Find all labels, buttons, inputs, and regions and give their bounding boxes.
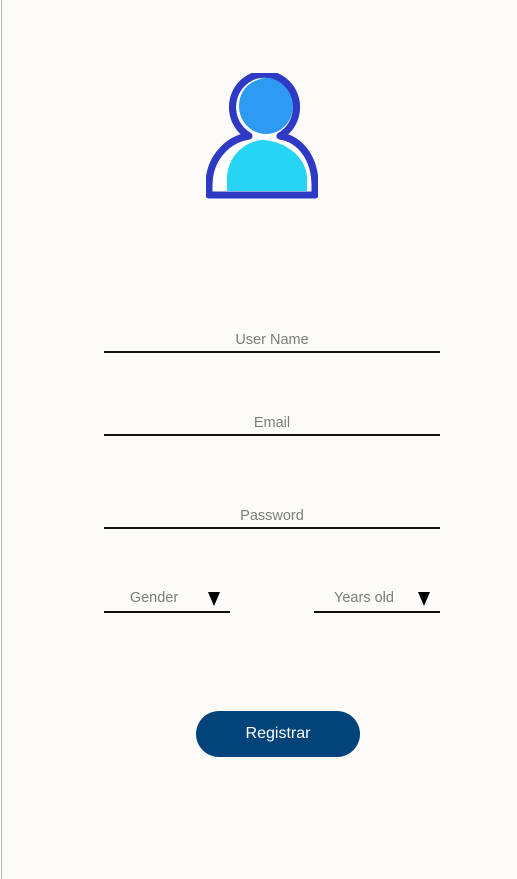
registration-screen: Gender Years old Registrar: [1, 0, 517, 879]
email-input[interactable]: [104, 412, 440, 434]
age-select[interactable]: Years old: [314, 589, 440, 613]
gender-select-label: Gender: [129, 590, 179, 606]
username-input[interactable]: [104, 329, 440, 351]
gender-select[interactable]: Gender: [104, 589, 230, 613]
username-field: [104, 329, 440, 353]
dropdown-arrow-icon: [208, 592, 220, 606]
email-field: [104, 412, 440, 436]
age-select-label: Years old: [334, 590, 394, 606]
password-field: [104, 505, 440, 529]
user-profile-icon: [206, 73, 318, 199]
register-button[interactable]: Registrar: [196, 711, 360, 757]
dropdown-arrow-icon: [418, 592, 430, 606]
password-input[interactable]: [104, 505, 440, 527]
